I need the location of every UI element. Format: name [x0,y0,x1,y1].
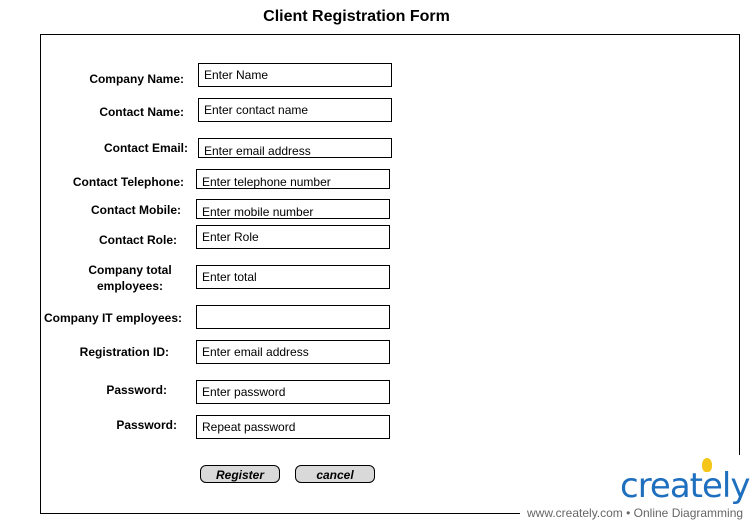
registration-id-label: Registration ID: [79,345,169,359]
register-button[interactable]: Register [200,465,280,483]
form-title: Client Registration Form [263,8,450,25]
contact-telephone-label: Contact Telephone: [72,175,184,189]
contact-role-label: Contact Role: [99,233,177,247]
company-it-employees-input[interactable] [196,305,390,329]
company-it-employees-label: Company IT employees: [43,311,182,325]
contact-role-input[interactable]: Enter Role [196,225,390,249]
registration-id-input[interactable]: Enter email address [196,340,390,364]
cancel-button[interactable]: cancel [295,465,375,483]
contact-telephone-input[interactable]: Enter telephone number [196,169,390,189]
repeat-password-label: Password: [116,418,177,432]
company-name-input[interactable]: Enter Name [198,63,392,87]
password-input[interactable]: Enter password [196,380,390,404]
password-label: Password: [106,383,167,397]
company-total-employees-label: Company total employees: [88,263,172,293]
creately-logo: creately [620,466,750,506]
contact-name-input[interactable]: Enter contact name [198,98,392,122]
repeat-password-input[interactable]: Repeat password [196,415,390,439]
company-total-employees-input[interactable]: Enter total [196,265,390,289]
contact-email-input[interactable]: Enter email address [198,138,392,158]
contact-name-label: Contact Name: [99,105,184,119]
contact-mobile-label: Contact Mobile: [91,203,181,217]
contact-mobile-input[interactable]: Enter mobile number [196,199,390,219]
contact-email-label: Contact Email: [103,141,188,155]
company-name-label: Company Name: [89,72,184,86]
brand-tagline: www.creately.com • Online Diagramming [527,506,744,520]
